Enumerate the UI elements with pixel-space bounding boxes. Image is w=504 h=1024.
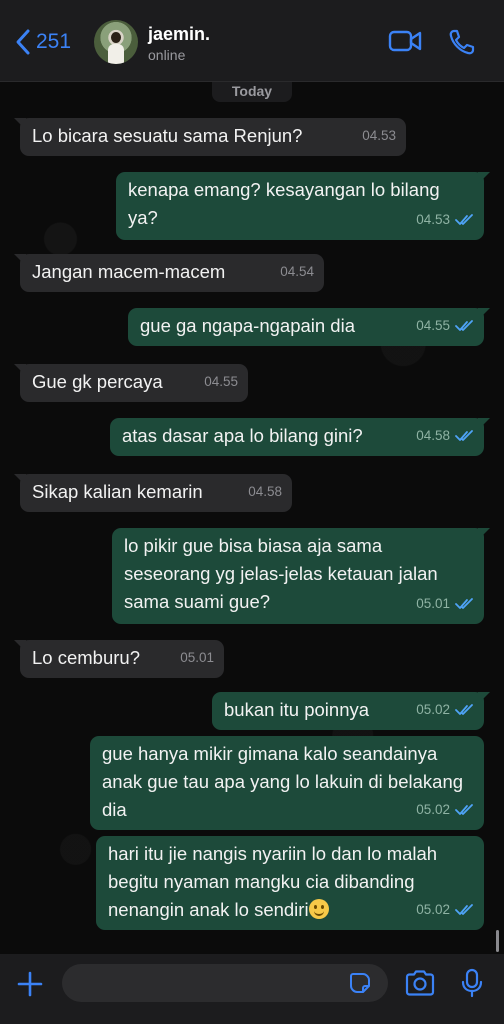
chat-thread[interactable]: Today Lo bicara sesuatu sama Renjun? 04.… [0,82,504,954]
message-outgoing[interactable]: hari itu jie nangis nyariin lo dan lo ma… [96,836,484,930]
message-time: 04.54 [280,264,314,279]
message-incoming[interactable]: Gue gk percaya 04.55 [20,364,248,402]
contact-status: online [148,47,186,63]
message-time: 05.02 [416,902,450,917]
message-incoming[interactable]: Jangan macem-macem 04.54 [20,254,324,292]
message-time: 04.53 [416,212,450,227]
message-input[interactable] [62,964,388,1002]
double-check-icon [455,430,473,441]
back-button[interactable]: 251 [14,28,71,56]
slightly-smiling-face-icon [308,899,329,919]
message-time: 04.58 [248,484,282,499]
double-check-icon [455,598,473,609]
message-time: 04.53 [362,128,396,143]
chevron-left-icon [16,29,30,55]
unread-count: 251 [36,30,72,53]
camera-icon[interactable] [404,969,436,997]
microphone-icon[interactable] [461,968,483,998]
message-outgoing[interactable]: atas dasar apa lo bilang gini? 04.58 [110,418,484,456]
message-text: Jangan macem-macem [32,261,226,282]
message-text: Gue gk percaya [32,371,163,392]
message-outgoing[interactable]: gue ga ngapa-ngapain dia 04.55 [128,308,484,346]
message-outgoing[interactable]: lo pikir gue bisa biasa aja sama seseora… [112,528,484,624]
message-text: gue ga ngapa-ngapain dia [140,315,355,336]
message-text: kenapa emang? kesayangan lo bilang ya? [128,179,440,228]
double-check-icon [455,904,473,915]
message-meta: 04.58 [416,422,474,450]
message-meta: 05.01 [416,590,474,618]
message-text: atas dasar apa lo bilang gini? [122,425,363,446]
message-time: 04.55 [416,318,450,333]
message-outgoing[interactable]: gue hanya mikir gimana kalo seandainya a… [90,736,484,830]
message-time: 04.58 [416,428,450,443]
message-meta: 04.53 [362,122,396,150]
message-composer [0,954,504,1024]
chat-header: 251 jaemin. online [0,0,504,82]
phone-icon[interactable] [448,28,476,56]
message-outgoing[interactable]: kenapa emang? kesayangan lo bilang ya? 0… [116,172,484,240]
message-time: 04.55 [204,374,238,389]
message-text: gue hanya mikir gimana kalo seandainya a… [102,743,464,820]
message-outgoing[interactable]: bukan itu poinnya 05.02 [212,692,484,730]
message-meta: 05.02 [416,896,474,924]
message-incoming[interactable]: Lo bicara sesuatu sama Renjun? 04.53 [20,118,406,156]
message-time: 05.01 [416,596,450,611]
message-time: 05.02 [416,802,450,817]
video-camera-icon[interactable] [388,28,422,54]
message-text: bukan itu poinnya [224,699,370,720]
plus-icon[interactable] [16,970,44,998]
double-check-icon [455,804,473,815]
message-incoming[interactable]: Sikap kalian kemarin 04.58 [20,474,292,512]
message-meta: 05.02 [416,696,474,724]
message-meta: 05.02 [416,796,474,824]
message-text: lo pikir gue bisa biasa aja sama seseora… [124,535,438,612]
scroll-indicator[interactable] [496,930,499,952]
double-check-icon [455,214,473,225]
double-check-icon [455,320,473,331]
message-meta: 04.58 [248,478,282,506]
message-meta: 05.01 [180,644,214,672]
contact-name[interactable]: jaemin. [148,24,210,45]
message-time: 05.01 [180,650,214,665]
message-text: Lo cemburu? [32,647,140,668]
avatar[interactable] [94,20,138,64]
message-meta: 04.55 [204,368,238,396]
message-text: Sikap kalian kemarin [32,481,203,502]
message-meta: 04.53 [416,206,474,234]
double-check-icon [455,704,473,715]
date-separator: Today [212,82,292,102]
sticker-icon[interactable] [348,971,372,995]
message-meta: 04.55 [416,312,474,340]
message-text: Lo bicara sesuatu sama Renjun? [32,125,303,146]
message-incoming[interactable]: Lo cemburu? 05.01 [20,640,224,678]
message-time: 05.02 [416,702,450,717]
message-text: hari itu jie nangis nyariin lo dan lo ma… [108,843,438,920]
message-meta: 04.54 [280,258,314,286]
